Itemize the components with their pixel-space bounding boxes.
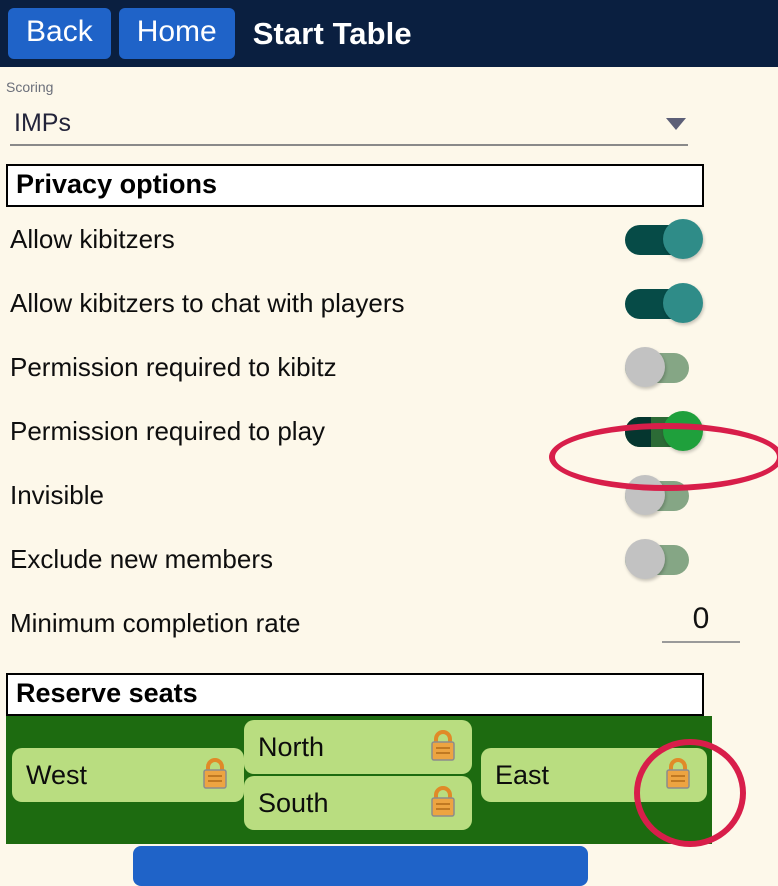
minimum-completion-rate-value: 0: [692, 602, 710, 636]
option-row-exclude-new-members: Exclude new members: [0, 527, 778, 591]
privacy-options-header: Privacy options: [6, 164, 704, 207]
permission-required-to-kibitz-toggle[interactable]: [625, 347, 703, 387]
minimum-completion-rate-input[interactable]: 0: [662, 603, 740, 643]
allow-kibitzers-chat-toggle[interactable]: [625, 283, 703, 323]
toggle-thumb: [663, 219, 703, 259]
scoring-select[interactable]: IMPs: [10, 109, 688, 146]
option-label: Allow kibitzers: [10, 223, 175, 254]
seat-east[interactable]: East: [481, 748, 707, 802]
allow-kibitzers-toggle[interactable]: [625, 219, 703, 259]
option-label: Invisible: [10, 479, 104, 510]
seat-south[interactable]: South: [244, 776, 472, 830]
option-row-minimum-completion-rate: Minimum completion rate 0: [0, 591, 778, 655]
option-label: Allow kibitzers to chat with players: [10, 287, 405, 318]
lock-icon: [200, 756, 230, 795]
seat-label: South: [258, 787, 329, 818]
option-label: Exclude new members: [10, 543, 273, 574]
lock-icon: [428, 784, 458, 823]
permission-required-to-play-toggle[interactable]: [625, 411, 703, 451]
seat-east-lock-icon: [663, 756, 693, 795]
seat-label: North: [258, 731, 325, 762]
option-label: Minimum completion rate: [10, 607, 301, 638]
input-underline: [662, 640, 740, 643]
chevron-down-icon: [666, 117, 686, 130]
seat-label: East: [495, 759, 550, 790]
toggle-thumb: [663, 411, 703, 451]
privacy-options-list: Allow kibitzers Allow kibitzers to chat …: [0, 207, 778, 655]
back-button[interactable]: Back: [8, 8, 111, 59]
seat-north[interactable]: North: [244, 720, 472, 774]
option-label: Permission required to play: [10, 415, 326, 446]
reserve-seats-header: Reserve seats: [6, 673, 704, 716]
seat-label: West: [26, 759, 88, 790]
primary-action-button[interactable]: [133, 846, 588, 886]
option-row-permission-play: Permission required to play: [0, 399, 778, 463]
seat-west[interactable]: West: [12, 748, 244, 802]
home-button[interactable]: Home: [118, 8, 235, 59]
option-row-permission-kibitz: Permission required to kibitz: [0, 335, 778, 399]
option-label: Permission required to kibitz: [10, 351, 337, 382]
scoring-section: Scoring IMPs: [0, 67, 778, 146]
scoring-field-label: Scoring: [6, 79, 54, 95]
option-row-invisible: Invisible: [0, 463, 778, 527]
app-header-bar: Back Home Start Table: [0, 0, 778, 67]
option-row-allow-kibitzers: Allow kibitzers: [0, 207, 778, 271]
toggle-thumb: [625, 539, 665, 579]
lock-icon: [428, 728, 458, 767]
toggle-thumb: [625, 475, 665, 515]
exclude-new-members-toggle[interactable]: [625, 539, 703, 579]
toggle-thumb: [625, 347, 665, 387]
scoring-selected-value: IMPs: [14, 109, 71, 137]
invisible-toggle[interactable]: [625, 475, 703, 515]
reserve-seats-panel: West North South East: [6, 716, 712, 844]
toggle-thumb: [663, 283, 703, 323]
option-row-allow-kibitzers-chat: Allow kibitzers to chat with players: [0, 271, 778, 335]
page-title: Start Table: [252, 15, 412, 51]
